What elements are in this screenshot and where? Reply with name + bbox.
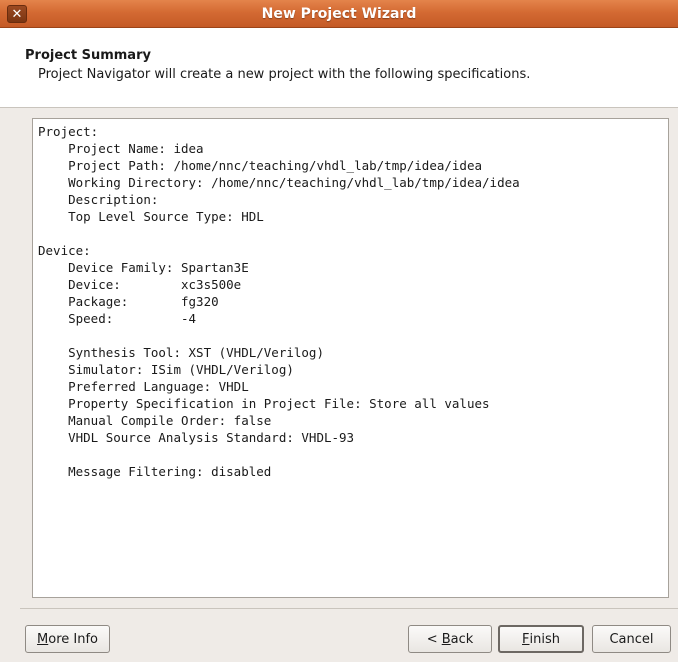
page-subtitle: Project Navigator will create a new proj… [38, 67, 531, 82]
summary-line: Working Directory: /home/nnc/teaching/vh… [38, 175, 520, 190]
more-info-label: ore Info [48, 631, 98, 647]
summary-line: Simulator: ISim (VHDL/Verilog) [38, 362, 294, 377]
back-button[interactable]: < Back [408, 625, 492, 653]
summary-line: Manual Compile Order: false [38, 413, 272, 428]
project-summary-textbox[interactable]: Project: Project Name: idea Project Path… [32, 118, 669, 598]
footer-divider [20, 608, 678, 609]
summary-line: Preferred Language: VHDL [38, 379, 249, 394]
project-summary-text: Project: Project Name: idea Project Path… [38, 123, 520, 480]
finish-mnemonic: F [522, 631, 530, 647]
finish-label: inish [529, 631, 560, 647]
cancel-label: Cancel [609, 631, 654, 647]
summary-line: Device Family: Spartan3E [38, 260, 249, 275]
back-mnemonic: B [441, 631, 451, 647]
cancel-button[interactable]: Cancel [592, 625, 671, 653]
summary-line: Top Level Source Type: HDL [38, 209, 264, 224]
summary-line: Property Specification in Project File: … [38, 396, 490, 411]
summary-line: Message Filtering: disabled [38, 464, 272, 479]
summary-line: VHDL Source Analysis Standard: VHDL-93 [38, 430, 355, 445]
summary-line: Project Path: /home/nnc/teaching/vhdl_la… [38, 158, 483, 173]
summary-line: Package: fg320 [38, 294, 219, 309]
wizard-header: Project Summary Project Navigator will c… [0, 28, 678, 108]
back-label: ack [450, 631, 474, 647]
title-bar[interactable]: ✕ New Project Wizard [0, 0, 678, 28]
new-project-wizard-window: ✕ New Project Wizard Project Summary Pro… [0, 0, 678, 662]
more-info-button[interactable]: More Info [25, 625, 110, 653]
more-info-mnemonic: M [37, 631, 49, 647]
summary-line: Device: [38, 243, 91, 258]
summary-line: Description: [38, 192, 159, 207]
finish-button[interactable]: Finish [498, 625, 584, 653]
close-button[interactable]: ✕ [7, 5, 27, 23]
close-icon: ✕ [11, 6, 23, 22]
summary-line: Speed: -4 [38, 311, 197, 326]
summary-line: Device: xc3s500e [38, 277, 242, 292]
window-title: New Project Wizard [261, 6, 417, 22]
summary-line: Project: [38, 124, 99, 139]
page-title: Project Summary [25, 48, 151, 63]
back-prefix: < [426, 631, 442, 647]
summary-line: Synthesis Tool: XST (VHDL/Verilog) [38, 345, 324, 360]
summary-line: Project Name: idea [38, 141, 204, 156]
